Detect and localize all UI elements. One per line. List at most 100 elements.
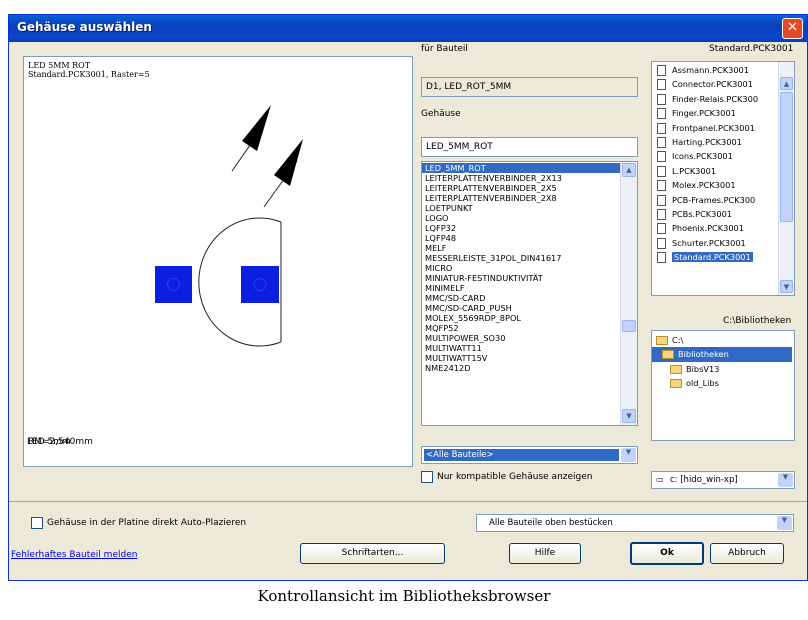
list-item[interactable]: MULTIWATT11	[422, 343, 620, 353]
file-icon	[657, 223, 666, 235]
gehaeuse-label: Gehäuse	[421, 109, 461, 119]
list-item[interactable]: LEITERPLATTENVERBINDER_2X8	[422, 193, 620, 203]
arrow-2	[274, 139, 303, 186]
library-file-label: Assmann.PCK3001	[672, 65, 749, 75]
library-file-label: Finder-Relais.PCK300	[672, 93, 759, 104]
folder-icon	[656, 336, 668, 345]
list-item[interactable]: MICRO	[422, 263, 620, 273]
gehaeuse-list[interactable]: LED_5MM_ROT LEITERPLATTENVERBINDER_2X13 LE…	[421, 161, 638, 426]
list-item[interactable]: LOGO	[422, 213, 620, 223]
file-icon	[657, 208, 666, 220]
list-item[interactable]: MMC/SD-CARD	[422, 293, 620, 303]
library-file-label: Harting.PCK3001	[672, 136, 742, 147]
autoplace-checkbox[interactable]	[31, 517, 43, 529]
folder-item[interactable]: C:\	[652, 333, 792, 347]
folder-label: BibsV13	[686, 363, 720, 374]
list-item[interactable]: MULTIWATT15V	[422, 353, 620, 363]
list-item[interactable]: MINIMELF	[422, 283, 620, 293]
folder-tree[interactable]: C:\ Bibliotheken BibsV13 old_Libs	[651, 330, 795, 441]
library-file-label: L.PCK3001	[672, 165, 717, 176]
file-icon	[657, 252, 666, 264]
list-item[interactable]: LEITERPLATTENVERBINDER_2X5	[422, 183, 620, 193]
gehaeuse-scrollbar[interactable]: ▲ ▼	[620, 162, 637, 425]
library-file-label: Finger.PCK3001	[672, 108, 736, 119]
list-item[interactable]: LQFP32	[422, 223, 620, 233]
folder-item[interactable]: Bibliotheken	[652, 347, 792, 362]
library-file-list[interactable]: Assmann.PCK3001 Connector.PCK3001 Finder-R…	[651, 61, 795, 296]
file-icon	[657, 151, 666, 163]
library-header: Standard.PCK3001	[709, 44, 794, 54]
help-button[interactable]: Hilfe	[509, 543, 581, 564]
scroll-thumb[interactable]	[780, 92, 793, 222]
file-icon	[657, 108, 666, 120]
footprint-preview: LED 5MM ROT Standard.PCK3001, Raster=5 R…	[23, 56, 413, 467]
folder-item[interactable]: BibsV13	[652, 362, 792, 376]
chevron-down-icon[interactable]: ▼	[778, 473, 793, 487]
placement-value: Alle Bauteile oben bestücken	[489, 518, 613, 528]
library-file-item[interactable]: L.PCK3001	[652, 164, 778, 178]
list-item[interactable]: NME2412D	[422, 363, 620, 373]
list-item[interactable]: MELF	[422, 243, 620, 253]
list-item[interactable]: MULTIPOWER_SO30	[422, 333, 620, 343]
library-file-label: Molex.PCK3001	[672, 180, 736, 191]
placement-combo[interactable]: Alle Bauteile oben bestücken ▼	[476, 514, 794, 532]
scroll-down-icon[interactable]: ▼	[780, 280, 793, 293]
list-item[interactable]: MOLEX_5569RDP_8POL	[422, 313, 620, 323]
compatible-checkbox[interactable]	[421, 471, 433, 483]
library-file-item[interactable]: Icons.PCK3001	[652, 149, 778, 163]
scroll-down-icon[interactable]: ▼	[622, 409, 636, 423]
bauteil-field: D1, LED_ROT_5MM	[421, 77, 638, 97]
library-path: C:\Bibliotheken	[723, 316, 792, 326]
list-item[interactable]: MESSERLEISTE_31POL_DIN41617	[422, 253, 620, 263]
close-button[interactable]: ✕	[782, 18, 803, 39]
library-file-item[interactable]: Assmann.PCK3001	[652, 63, 778, 77]
list-item[interactable]: LEITERPLATTENVERBINDER_2X13	[422, 173, 620, 183]
scroll-up-icon[interactable]: ▲	[780, 77, 793, 90]
library-file-item[interactable]: Phoenix.PCK3001	[652, 221, 778, 235]
library-file-item[interactable]: Molex.PCK3001	[652, 178, 778, 192]
filter-combo[interactable]: <Alle Bauteile> ▼	[421, 446, 638, 464]
library-file-item[interactable]: Connector.PCK3001	[652, 77, 778, 91]
folder-icon	[670, 379, 682, 389]
library-file-item[interactable]: Finger.PCK3001	[652, 106, 778, 120]
pad-2	[241, 266, 279, 303]
folder-label: Bibliotheken	[678, 349, 729, 360]
library-file-item[interactable]: Finder-Relais.PCK300	[652, 92, 778, 106]
footprint-description: LED 5mm	[27, 437, 71, 447]
library-file-item[interactable]: Schurter.PCK3001	[652, 236, 778, 250]
cancel-button[interactable]: Abbruch	[710, 543, 784, 564]
scroll-up-icon[interactable]: ▲	[622, 163, 636, 177]
library-file-item[interactable]: Standard.PCK3001	[652, 250, 778, 264]
chevron-down-icon[interactable]: ▼	[621, 448, 636, 462]
list-item[interactable]: LOETPUNKT	[422, 203, 620, 213]
list-item[interactable]: LED_5MM_ROT	[422, 163, 620, 173]
scroll-thumb[interactable]	[622, 320, 636, 332]
drive-combo[interactable]: ▭ c: [hido_win-xp] ▼	[651, 471, 795, 489]
gehaeuse-input[interactable]: LED_5MM_ROT	[421, 137, 638, 157]
folder-item[interactable]: old_Libs	[652, 376, 792, 390]
library-file-label: Icons.PCK3001	[672, 151, 733, 162]
list-item[interactable]: MQFP52	[422, 323, 620, 333]
library-file-item[interactable]: PCBs.PCK3001	[652, 207, 778, 221]
library-file-item[interactable]: PCB-Frames.PCK300	[652, 193, 778, 207]
dialog-window: Gehäuse auswählen ✕ LED 5MM ROT Standard…	[8, 14, 808, 581]
title-bar[interactable]: Gehäuse auswählen ✕	[9, 15, 807, 42]
chevron-down-icon[interactable]: ▼	[777, 516, 792, 530]
list-item[interactable]: LQFP48	[422, 233, 620, 243]
library-file-item[interactable]: Frontpanel.PCK3001	[652, 121, 778, 135]
divider	[9, 501, 807, 502]
list-item[interactable]: MINIATUR-FESTINDUKTIVITÄT	[422, 273, 620, 283]
drive-icon: ▭	[656, 475, 664, 484]
file-icon	[657, 122, 666, 134]
list-item[interactable]: MMC/SD-CARD_PUSH	[422, 303, 620, 313]
library-file-label: Standard.PCK3001	[672, 252, 753, 263]
folder-icon	[662, 350, 674, 360]
fonts-button[interactable]: Schriftarten...	[300, 543, 445, 564]
report-defect-link[interactable]: Fehlerhaftes Bauteil melden	[11, 550, 137, 560]
library-scrollbar[interactable]: ▲ ▼	[778, 62, 794, 295]
library-file-label: Frontpanel.PCK3001	[672, 122, 755, 133]
footprint-drawing	[155, 105, 303, 347]
arrow-1	[242, 105, 271, 151]
library-file-item[interactable]: Harting.PCK3001	[652, 135, 778, 149]
ok-button[interactable]: Ok	[630, 542, 704, 565]
